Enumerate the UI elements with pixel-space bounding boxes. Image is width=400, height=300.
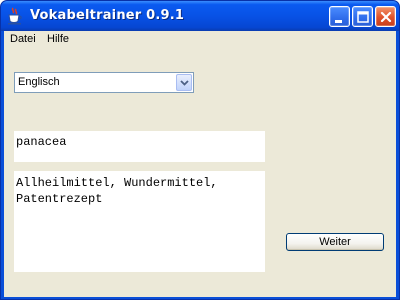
word-field[interactable]: panacea [14,131,265,162]
app-window: Vokabeltrainer 0.9.1 Datei Hilfe Englisc… [0,0,400,300]
menu-datei[interactable]: Datei [10,33,36,45]
chevron-down-icon [180,80,189,86]
title-bar[interactable]: Vokabeltrainer 0.9.1 [1,1,399,31]
language-select[interactable]: Englisch [14,72,194,93]
window-title: Vokabeltrainer 0.9.1 [30,8,185,23]
word-text: panacea [16,135,67,149]
maximize-icon [357,11,369,23]
java-cup-icon [7,7,23,25]
minimize-button[interactable] [329,6,350,27]
close-icon [380,11,392,23]
translation-area[interactable]: Allheilmittel, Wundermittel, Patentrezep… [14,171,265,272]
window-client-area: Datei Hilfe Englisch panacea Allheilmitt… [4,31,396,297]
minimize-icon [335,20,342,23]
next-button[interactable]: Weiter [286,233,384,251]
translation-text: Allheilmittel, Wundermittel, Patentrezep… [16,176,218,206]
language-select-arrow-button[interactable] [176,74,192,91]
menu-hilfe[interactable]: Hilfe [47,33,69,45]
menu-bar: Datei Hilfe [4,31,396,49]
maximize-button[interactable] [352,6,373,27]
language-select-value: Englisch [18,76,60,88]
close-button[interactable] [375,6,396,27]
